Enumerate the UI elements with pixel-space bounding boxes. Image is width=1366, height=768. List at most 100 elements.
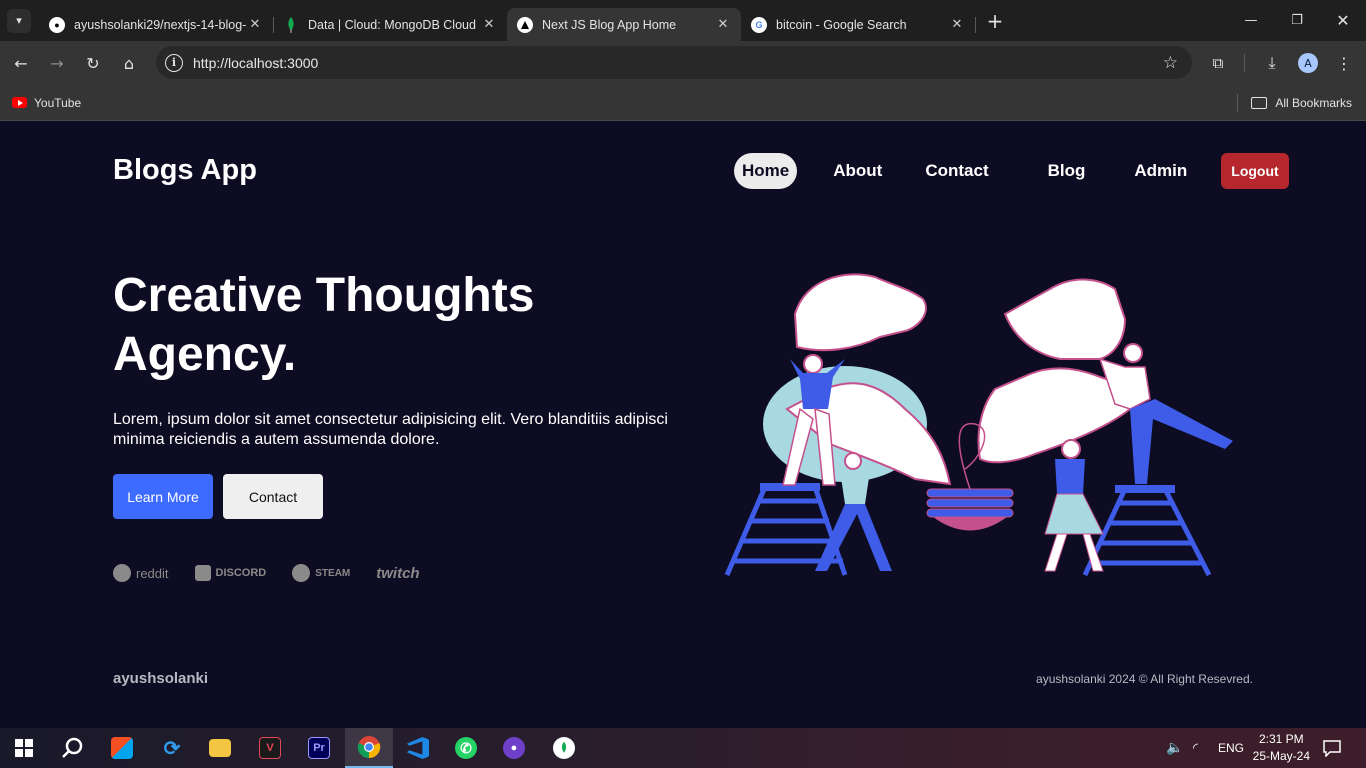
taskbar-chrome[interactable] [345,728,393,768]
bookmarks-separator [1237,94,1238,112]
wifi-icon[interactable]: ◜ [1193,728,1198,768]
google-icon: G [751,16,767,33]
close-icon[interactable]: ✕ [481,17,497,32]
nav-admin[interactable]: Admin [1126,153,1195,189]
notifications-button[interactable] [1322,728,1342,768]
nav-home[interactable]: Home [734,153,798,189]
brand-label: DISCORD [215,567,267,579]
minimize-button[interactable]: — [1228,0,1274,41]
close-icon[interactable]: ✕ [949,17,965,32]
brand-label: reddit [136,565,169,581]
contact-button[interactable]: Contact [223,474,323,519]
nav-about[interactable]: About [825,153,890,189]
url-text[interactable]: http://localhost:3000 [193,55,318,71]
chat-bubble-icon [1323,740,1341,757]
restore-button[interactable]: ❐ [1274,0,1320,41]
sync-icon: ⟳ [163,737,181,760]
taskbar-search-button[interactable] [48,728,96,768]
puzzle-icon: ⧉ [1212,54,1224,72]
start-button[interactable] [0,728,48,768]
nextjs-icon [517,16,533,33]
vscode-icon [407,737,429,759]
hero-description: Lorem, ipsum dolor sit amet consectetur … [113,411,668,448]
language-indicator[interactable]: ENG [1218,728,1244,768]
github-icon: ● [49,16,65,33]
taskbar-mongodb-compass[interactable] [540,728,588,768]
bookmark-youtube[interactable]: YouTube [12,96,81,110]
taskbar-store[interactable] [98,728,146,768]
taskbar-file-explorer[interactable] [196,728,244,768]
folder-icon [209,739,231,757]
avatar: A [1298,53,1318,73]
more-vert-icon: ⋮ [1336,53,1352,73]
tab-title: Next JS Blog App Home [542,17,677,32]
extensions-button[interactable]: ⧉ [1204,41,1232,85]
nav-contact[interactable]: Contact [917,153,996,189]
browser-tab[interactable]: Data | Cloud: MongoDB Cloud ✕ [273,8,507,41]
taskbar-vscode[interactable] [394,728,442,768]
address-bar[interactable]: i http://localhost:3000 ☆ [156,46,1192,79]
nav-blog[interactable]: Blog [1040,153,1094,189]
new-tab-button[interactable]: + [981,7,1009,35]
windows-taskbar: ⟳ V Pr ✆ ● 🔈 ◜ ENG 2:31 PM 25-May-24 [0,728,1366,768]
close-icon[interactable]: ✕ [715,17,731,32]
browser-tab-active[interactable]: Next JS Blog App Home ✕ [507,8,741,41]
all-bookmarks-label: All Bookmarks [1275,95,1352,110]
bookmark-star-icon[interactable]: ☆ [1163,53,1178,73]
profile-button[interactable]: A [1294,41,1322,85]
mongodb-icon [283,16,299,33]
arrow-right-icon: → [50,53,64,73]
search-icon [62,737,83,758]
clock[interactable]: 2:31 PM 25-May-24 [1253,731,1310,765]
twitch-logo: twitch [376,565,419,582]
menu-button[interactable]: ⋮ [1330,41,1358,85]
mongodb-compass-icon [553,737,575,759]
valorant-icon: V [259,737,281,759]
site-info-icon[interactable]: i [165,53,183,72]
tab-title: ayushsolanki29/nextjs-14-blog-app [74,17,247,32]
toolbar-separator [1243,41,1245,85]
chevron-down-icon: ▾ [16,14,22,27]
site-logo[interactable]: Blogs App [113,154,257,187]
bookmark-label: YouTube [34,95,82,110]
browser-tab[interactable]: ● ayushsolanki29/nextjs-14-blog-app ✕ [39,8,274,41]
discord-icon [194,565,211,581]
reddit-logo: reddit [113,564,169,582]
folder-icon [1251,96,1268,109]
back-button[interactable]: ← [6,48,36,78]
tab-separator [975,17,976,33]
home-icon: ⌂ [123,53,135,73]
close-icon[interactable]: ✕ [247,17,263,32]
tab-title: Data | Cloud: MongoDB Cloud [308,17,476,32]
store-icon [111,737,133,759]
footer-brand: ayushsolanki [113,670,209,687]
taskbar-premiere-pro[interactable]: Pr [295,728,343,768]
restore-icon: ❐ [1291,13,1303,28]
browser-tab[interactable]: G bitcoin - Google Search ✕ [741,8,976,41]
steam-logo: STEAM [292,564,350,582]
hero-title: Creative Thoughts Agency. [113,269,535,381]
all-bookmarks-button[interactable]: All Bookmarks [1251,96,1352,110]
taskbar-github-desktop[interactable]: ● [490,728,538,768]
downloads-button[interactable]: ⤓ [1258,41,1286,85]
taskbar-valorant[interactable]: V [246,728,294,768]
tab-title: bitcoin - Google Search [776,17,907,32]
reddit-icon [113,564,131,582]
logout-button[interactable]: Logout [1221,153,1289,189]
whatsapp-icon: ✆ [455,737,477,759]
taskbar-sync[interactable]: ⟳ [148,728,196,768]
close-window-button[interactable]: ✕ [1320,0,1366,41]
volume-icon[interactable]: 🔈 [1166,728,1183,768]
learn-more-button[interactable]: Learn More [113,474,213,519]
main-nav: Home About Contact Blog Admin Logout [734,153,1289,189]
footer-copyright: ayushsolanki 2024 © All Right Resevred. [1036,672,1253,686]
forward-button[interactable]: → [42,48,72,78]
tab-search-button[interactable]: ▾ [7,8,31,33]
reload-button[interactable]: ↻ [78,48,108,78]
clock-time: 2:31 PM [1258,732,1304,746]
minimize-icon: — [1244,13,1258,28]
home-button[interactable]: ⌂ [114,48,144,78]
brand-label: STEAM [315,567,351,579]
taskbar-whatsapp[interactable]: ✆ [442,728,490,768]
plus-icon: + [986,8,1004,33]
